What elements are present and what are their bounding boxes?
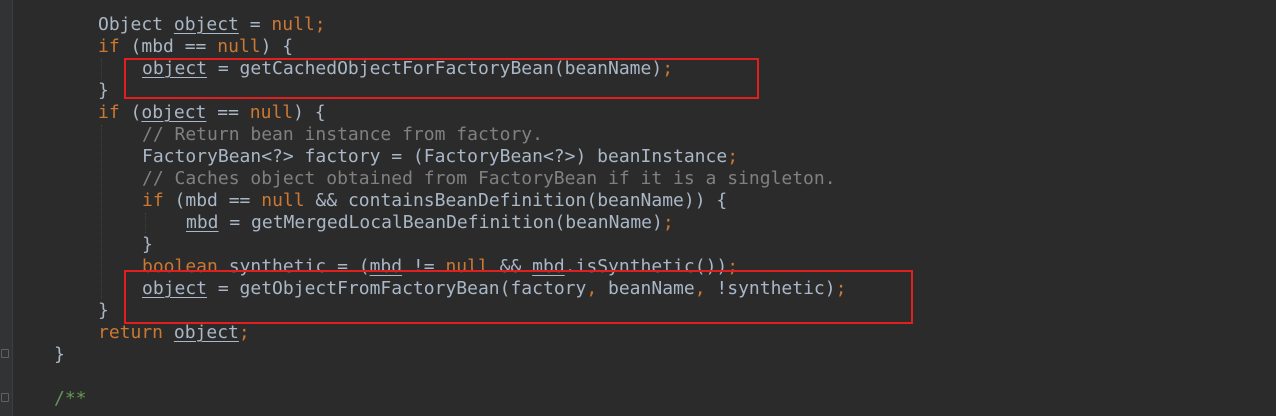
token-text: = getMergedLocalBeanDefinition(beanName) (218, 212, 663, 233)
code-editor[interactable]: Object object = null; if (mbd == null) {… (0, 0, 1276, 416)
token-text: FactoryBean<?> factory = (FactoryBean<?>… (142, 146, 728, 167)
token-semicolon: ; (727, 146, 739, 167)
token-text: beanName (597, 278, 695, 299)
code-line-1[interactable]: Object object = null; (98, 14, 326, 36)
token-doc-comment: /** (54, 388, 87, 409)
token-keyword: return (98, 322, 164, 343)
code-line-14[interactable]: } (98, 300, 109, 322)
token-keyword: if (142, 190, 164, 211)
token-text: && (488, 256, 533, 277)
token-comment: // Return bean instance from factory. (142, 124, 543, 145)
token-variable: mbd (369, 256, 403, 277)
token-text: !synthetic) (705, 278, 836, 299)
token-text: ) { (260, 36, 294, 57)
indent-guide (101, 59, 103, 79)
token-variable: object (141, 102, 207, 123)
token-text: .isSynthetic()) (564, 256, 728, 277)
token-text: synthetic = ( (217, 256, 370, 277)
token-keyword: if (98, 102, 120, 123)
token-keyword: null (271, 14, 315, 35)
token-brace: } (98, 80, 109, 101)
code-line-3[interactable]: object = getCachedObjectForFactoryBean(b… (142, 58, 673, 80)
code-line-15[interactable]: return object; (98, 322, 250, 344)
token-text: ( (119, 102, 142, 123)
token-keyword: null (261, 190, 305, 211)
token-brace: } (54, 344, 65, 365)
token-variable: object (173, 14, 239, 35)
code-line-16[interactable]: } (54, 344, 65, 366)
token-text: (mbd == (119, 36, 218, 57)
token-text: != (402, 256, 446, 277)
token-text: && containsBeanDefinition(beanName)) { (304, 190, 728, 211)
code-line-6[interactable]: // Return bean instance from factory. (142, 124, 543, 146)
token-comma: , (694, 278, 706, 299)
code-line-8[interactable]: // Caches object obtained from FactoryBe… (142, 168, 836, 190)
code-line-13[interactable]: object = getObjectFromFactoryBean(factor… (142, 278, 846, 300)
token-keyword: null (249, 102, 294, 123)
token-text: ) { (293, 102, 326, 123)
token-brace: } (142, 234, 153, 255)
code-line-18[interactable]: /** (54, 388, 87, 410)
code-line-11[interactable]: } (142, 234, 153, 256)
code-line-2[interactable]: if (mbd == null) { (98, 36, 293, 58)
token-operator: = (238, 14, 272, 35)
code-line-5[interactable]: if (object == null) { (98, 102, 326, 124)
token-variable: mbd (532, 256, 565, 277)
token-keyword: null (217, 36, 261, 57)
token-text: == (206, 102, 250, 123)
code-line-9[interactable]: if (mbd == null && containsBeanDefinitio… (142, 190, 727, 212)
token-type: Object (98, 14, 174, 35)
token-variable: object (142, 58, 208, 79)
token-semicolon: ; (662, 212, 674, 233)
token-variable: object (142, 278, 208, 299)
token-text: = getObjectFromFactoryBean(factory (207, 278, 587, 299)
token-comment: // Caches object obtained from FactoryBe… (142, 168, 836, 189)
token-variable: object (173, 322, 239, 343)
token-keyword: if (98, 36, 120, 57)
code-line-10[interactable]: mbd = getMergedLocalBeanDefinition(beanN… (186, 212, 674, 234)
token-brace: } (98, 300, 109, 321)
indent-guide (101, 125, 103, 299)
token-semicolon: ; (835, 278, 847, 299)
fold-marker-icon[interactable] (1, 349, 9, 358)
token-comma: , (586, 278, 598, 299)
code-line-12[interactable]: boolean synthetic = (mbd != null && mbd.… (142, 256, 738, 278)
token-text: = getCachedObjectForFactoryBean(beanName… (207, 58, 663, 79)
code-line-4[interactable]: } (98, 80, 109, 102)
token-text: (mbd == (163, 190, 262, 211)
code-line-7[interactable]: FactoryBean<?> factory = (FactoryBean<?>… (142, 146, 738, 168)
token-keyword: null (445, 256, 489, 277)
token-semicolon: ; (662, 58, 674, 79)
token-semicolon: ; (238, 322, 250, 343)
editor-gutter (0, 0, 13, 416)
token-variable: mbd (186, 212, 219, 233)
token-keyword: boolean (142, 256, 218, 277)
fold-marker-icon[interactable] (1, 393, 9, 402)
token-semicolon: ; (727, 256, 739, 277)
indent-guide (145, 213, 147, 233)
token-semicolon: ; (314, 14, 326, 35)
